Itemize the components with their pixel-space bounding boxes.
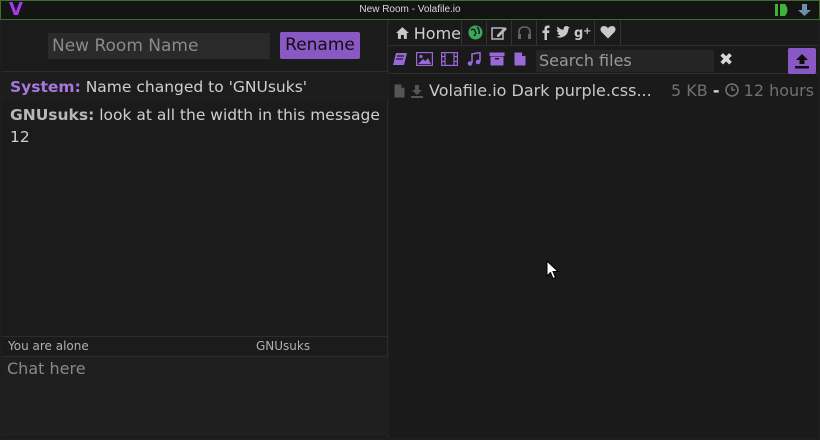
file-list-item[interactable]: Volafile.io Dark purple.css... 5 KB - 12… — [389, 79, 818, 103]
download-icon[interactable] — [410, 84, 424, 98]
chat-message: GNUsuks: look at all the width in this m… — [2, 101, 388, 151]
file-size: 5 KB — [671, 81, 708, 100]
file-meta: 5 KB - 12 hours — [671, 79, 814, 103]
chat-input[interactable]: Chat here — [2, 357, 388, 436]
tab-indicator-icon[interactable] — [774, 3, 791, 17]
favorite-button[interactable] — [595, 21, 621, 45]
download-arrow-icon[interactable] — [796, 3, 813, 17]
file-age: 12 hours — [743, 81, 815, 100]
facebook-icon[interactable] — [542, 25, 550, 40]
window-title: New Room - Volafile.io — [359, 4, 461, 15]
books-filter-icon[interactable] — [392, 52, 408, 66]
heart-icon — [600, 26, 616, 39]
video-filter-icon[interactable] — [441, 52, 458, 66]
edit-button[interactable] — [487, 21, 512, 45]
googleplus-icon[interactable]: g + — [574, 25, 591, 40]
message-nick[interactable]: System: — [10, 78, 81, 96]
meta-separator: - — [712, 81, 720, 100]
room-name-input[interactable]: New Room Name — [48, 33, 270, 59]
chat-pane: New Room Name Rename System: Name change… — [2, 20, 388, 438]
title-bar: V New Room - Volafile.io — [0, 0, 820, 20]
room-nav-bar: Home g + — [389, 20, 818, 46]
files-pane: Home g + Search files ✖ Volafile.io Dark… — [389, 20, 818, 438]
message-text: Name changed to 'GNUsuks' — [80, 78, 308, 96]
document-icon — [394, 84, 405, 98]
globe-icon — [468, 25, 483, 40]
social-buttons: g + — [537, 21, 595, 45]
audio-button[interactable] — [512, 21, 537, 45]
archive-filter-icon[interactable] — [489, 52, 505, 66]
file-name[interactable]: Volafile.io Dark purple.css... — [429, 79, 652, 103]
search-files-input[interactable]: Search files — [536, 50, 714, 72]
twitter-icon[interactable] — [556, 25, 571, 39]
upload-icon — [795, 54, 809, 69]
rename-button[interactable]: Rename — [280, 32, 360, 59]
home-icon — [395, 27, 409, 39]
mouse-pointer-icon — [546, 260, 560, 280]
chat-messages: System: Name changed to 'GNUsuks' GNUsuk… — [2, 73, 388, 336]
svg-text:g: g — [574, 26, 583, 40]
user-count-status: You are alone — [8, 339, 89, 353]
home-label: Home — [413, 23, 461, 43]
headphones-icon — [518, 26, 531, 39]
image-filter-icon[interactable] — [416, 52, 433, 66]
audio-filter-icon[interactable] — [467, 52, 481, 66]
svg-text:+: + — [583, 26, 591, 37]
current-nick[interactable]: GNUsuks — [256, 337, 310, 356]
chat-message: System: Name changed to 'GNUsuks' — [2, 73, 388, 101]
rename-row: New Room Name Rename — [2, 20, 388, 72]
room-globe-button[interactable] — [463, 21, 487, 45]
clear-search-button[interactable]: ✖ — [719, 50, 733, 70]
edit-icon — [491, 27, 507, 40]
message-nick[interactable]: GNUsuks: — [10, 106, 94, 124]
home-link[interactable]: Home — [391, 21, 462, 45]
document-filter-icon[interactable] — [514, 52, 526, 66]
upload-button[interactable] — [788, 48, 816, 74]
user-status-bar: You are alone GNUsuks — [2, 336, 388, 357]
file-filter-bar: Search files ✖ — [389, 47, 818, 74]
clock-icon — [724, 83, 739, 97]
